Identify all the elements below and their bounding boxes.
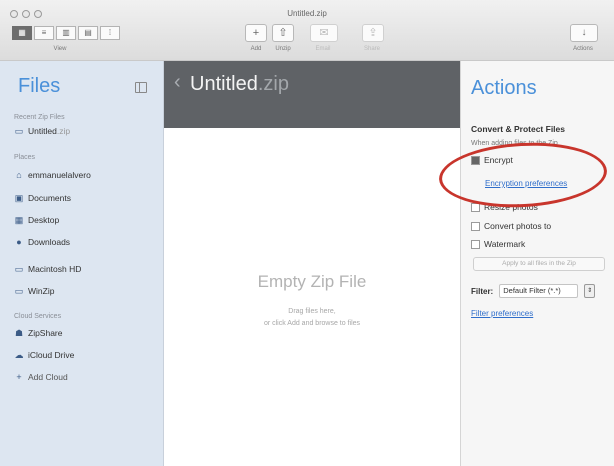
gallery-view-icon[interactable]: ▤: [78, 26, 98, 40]
icon-size-icon[interactable]: ⁞: [100, 26, 120, 40]
add-label: Add: [250, 46, 262, 52]
sidebar-item-label: Documents: [28, 193, 71, 203]
app-window: Untitled.zip ▦ ≡ ▥ ▤ ⁞ View + Add ⇧ Unzi…: [0, 0, 614, 466]
convert-photos-checkbox[interactable]: Convert photos to: [471, 221, 551, 231]
home-icon: ⌂: [16, 170, 22, 180]
filter-stepper-icon[interactable]: ⇕: [584, 284, 596, 298]
filter-row: Filter: Default Filter (*.*) ⇕: [471, 284, 596, 298]
actions-toggle-button[interactable]: ↓: [570, 24, 598, 42]
recent-item-name: Untitled: [28, 126, 57, 136]
sidebar-item-label: Downloads: [28, 237, 71, 247]
sidebar-item-label: Macintosh HD: [28, 264, 82, 274]
recent-item-ext: .zip: [56, 126, 71, 136]
watermark-label: Watermark: [484, 239, 526, 249]
checkbox-box[interactable]: [471, 239, 480, 249]
zip-name-base: Untitled: [190, 73, 258, 95]
actions-label: Actions: [573, 46, 593, 52]
zipshare-icon: ☗: [14, 328, 24, 338]
add-cloud-button[interactable]: + Add Cloud: [14, 372, 68, 382]
add-button[interactable]: +: [245, 24, 267, 42]
empty-zip-title: Empty Zip File: [257, 272, 367, 291]
checkbox-box[interactable]: [471, 221, 480, 231]
zip-header: ‹ Untitled.zip: [164, 61, 460, 128]
sidebar-item-macintosh-hd[interactable]: ▭ Macintosh HD: [14, 264, 82, 274]
zip-file-name: Untitled.zip: [190, 73, 289, 96]
empty-zip-hint-2: or click Add and browse to files: [263, 320, 361, 327]
sidebar-toggle-icon[interactable]: [135, 82, 147, 93]
plus-icon: +: [252, 27, 260, 39]
documents-icon: ▣: [14, 193, 24, 203]
sidebar-item-label: emmanuelalvero: [28, 170, 91, 180]
sidebar-item-label: Desktop: [28, 215, 60, 225]
convert-label: Convert photos to: [484, 221, 552, 231]
sidebar-item-untitled-zip[interactable]: ▭ Untitled.zip: [14, 126, 70, 136]
sidebar-item-label: WinZip: [28, 286, 55, 296]
grid-view-icon[interactable]: ▦: [12, 26, 32, 40]
plus-icon: +: [16, 372, 22, 382]
window-title: Untitled.zip: [287, 9, 327, 18]
filter-select[interactable]: Default Filter (*.*): [499, 284, 579, 298]
actions-panel: Actions Convert & Protect Files When add…: [461, 61, 614, 466]
sidebar-item-label: iCloud Drive: [28, 350, 75, 360]
unzip-icon: ⇧: [278, 27, 288, 39]
convert-protect-header: Convert & Protect Files: [471, 124, 565, 134]
view-label: View: [53, 46, 67, 52]
unzip-label: Unzip: [275, 46, 291, 52]
folder-icon: ▭: [14, 286, 24, 296]
watermark-checkbox[interactable]: Watermark: [471, 239, 525, 249]
view-switcher[interactable]: ▦ ≡ ▥ ▤ ⁞: [12, 26, 120, 40]
sidebar-item-label: ZipShare: [28, 328, 63, 338]
apply-to-all-button[interactable]: Apply to all files in the Zip: [473, 257, 605, 271]
sidebar-item-desktop[interactable]: ▦ Desktop: [14, 215, 59, 225]
actions-icon: ↓: [581, 27, 587, 38]
email-label: Email: [315, 46, 331, 52]
add-cloud-label: Add Cloud: [28, 372, 68, 382]
list-view-icon[interactable]: ≡: [34, 26, 54, 40]
places-header: Places: [14, 154, 36, 161]
sidebar-item-documents[interactable]: ▣ Documents: [14, 193, 71, 203]
filter-preferences-link[interactable]: Filter preferences: [471, 309, 533, 318]
hard-drive-icon: ▭: [14, 264, 24, 274]
sidebar-item-home[interactable]: ⌂ emmanuelalvero: [14, 170, 91, 180]
sidebar-item-icloud[interactable]: ☁ iCloud Drive: [14, 350, 75, 360]
share-button[interactable]: ⇪: [362, 24, 384, 42]
files-sidebar: Files Recent Zip Files ▭ Untitled.zip Pl…: [0, 61, 164, 466]
filter-label: Filter:: [471, 286, 494, 296]
sidebar-item-downloads[interactable]: ● Downloads: [14, 237, 70, 247]
sidebar-title: Files: [18, 75, 61, 97]
unzip-button[interactable]: ⇧: [272, 24, 294, 42]
cloud-header: Cloud Services: [14, 313, 62, 320]
email-icon: ✉: [319, 27, 329, 39]
toolbar: Untitled.zip ▦ ≡ ▥ ▤ ⁞ View + Add ⇧ Unzi…: [0, 0, 614, 61]
actions-title: Actions: [471, 77, 537, 99]
email-button[interactable]: ✉: [310, 24, 338, 42]
zip-file-icon: ▭: [14, 126, 24, 136]
sidebar-item-winzip[interactable]: ▭ WinZip: [14, 286, 55, 296]
column-view-icon[interactable]: ▥: [56, 26, 76, 40]
downloads-icon: ●: [16, 237, 22, 247]
empty-zip-hint-1: Drag files here,: [288, 308, 336, 315]
recent-header: Recent Zip Files: [14, 114, 65, 121]
back-chevron-icon[interactable]: ‹: [174, 71, 181, 94]
desktop-icon: ▦: [14, 215, 24, 225]
share-icon: ⇪: [368, 27, 378, 39]
sidebar-item-zipshare[interactable]: ☗ ZipShare: [14, 328, 63, 338]
zip-content-pane[interactable]: ‹ Untitled.zip Empty Zip File Drag files…: [164, 61, 461, 466]
share-label: Share: [363, 46, 380, 52]
zip-name-ext: .zip: [257, 73, 289, 95]
cloud-icon: ☁: [14, 350, 24, 360]
